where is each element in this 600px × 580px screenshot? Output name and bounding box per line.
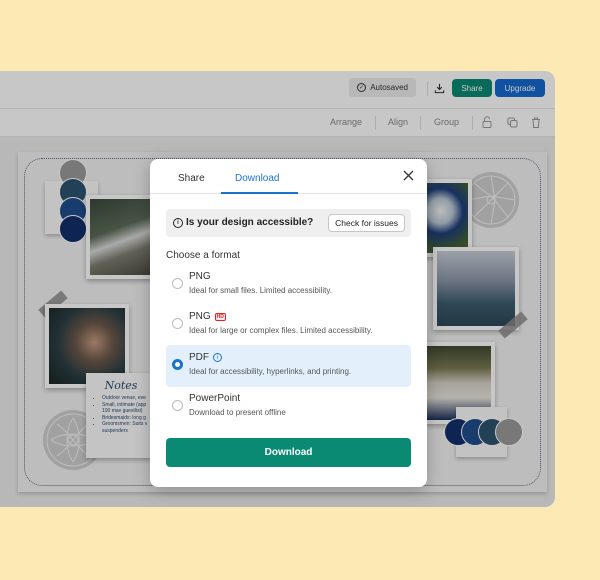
accessibility-banner: i Is your design accessible? Check for i…: [166, 209, 411, 237]
trash-icon[interactable]: [530, 116, 542, 128]
duplicate-icon[interactable]: [506, 116, 518, 128]
top-bar: ✓ Autosaved Share Upgrade: [0, 71, 555, 109]
divider: [472, 116, 473, 130]
radio-png-hd[interactable]: [172, 318, 183, 329]
format-title: PDF: [189, 352, 209, 363]
format-description: Ideal for large or complex files. Limite…: [189, 326, 373, 335]
format-description: Ideal for accessibility, hyperlinks, and…: [189, 367, 352, 376]
divider: [375, 116, 376, 130]
format-description: Ideal for small files. Limited accessibi…: [189, 286, 333, 295]
active-tab-indicator: [221, 192, 298, 194]
divider: [420, 116, 421, 130]
notes-title: Notes: [104, 379, 138, 392]
toolbar: Arrange Align Group: [0, 109, 555, 137]
format-title: PNG: [189, 311, 211, 322]
dialog-tabs: Share Download: [150, 159, 427, 194]
accessibility-icon: i: [173, 218, 183, 228]
unlock-icon[interactable]: [481, 116, 493, 128]
format-option-png[interactable]: PNG Ideal for small files. Limited acces…: [166, 264, 411, 306]
check-for-issues-button[interactable]: Check for issues: [328, 214, 405, 232]
format-option-powerpoint[interactable]: PowerPoint Download to present offline: [166, 386, 411, 428]
accessibility-question: Is your design accessible?: [186, 217, 314, 228]
hd-badge: HD: [214, 312, 226, 321]
photo-wedding-veil[interactable]: [86, 195, 154, 279]
notes-item: Groomsmen: Suits v suspenders: [102, 421, 150, 434]
radio-png[interactable]: [172, 278, 183, 289]
arrange-button[interactable]: Arrange: [330, 117, 362, 127]
share-button[interactable]: Share: [452, 79, 492, 97]
download-icon[interactable]: [432, 81, 446, 95]
choose-format-label: Choose a format: [166, 250, 240, 261]
share-download-dialog: Share Download i Is your design accessib…: [150, 159, 427, 487]
color-swatch[interactable]: [59, 215, 87, 243]
divider: [427, 82, 428, 96]
align-button[interactable]: Align: [388, 117, 408, 127]
format-title: PNG: [189, 271, 211, 282]
group-button[interactable]: Group: [434, 117, 459, 127]
notes-item: Small, intimate (app 100 max guestlist): [102, 402, 150, 415]
color-swatch[interactable]: [495, 418, 523, 446]
photo-couple-standing[interactable]: [433, 247, 519, 330]
info-icon[interactable]: i: [213, 353, 222, 362]
format-description: Download to present offline: [189, 408, 286, 417]
radio-powerpoint[interactable]: [172, 400, 183, 411]
autosaved-label: Autosaved: [370, 83, 408, 92]
autosaved-status: ✓ Autosaved: [349, 78, 416, 97]
format-option-pdf[interactable]: PDF i Ideal for accessibility, hyperlink…: [166, 345, 411, 387]
notes-list: Outdoor venue, eve Small, intimate (app …: [92, 395, 150, 434]
notes-card[interactable]: Notes Outdoor venue, eve Small, intimate…: [86, 373, 156, 458]
tab-download[interactable]: Download: [235, 173, 279, 184]
format-option-png-hd[interactable]: PNG HD Ideal for large or complex files.…: [166, 304, 411, 346]
tab-share[interactable]: Share: [178, 173, 205, 184]
close-icon[interactable]: [401, 168, 415, 182]
download-button[interactable]: Download: [166, 438, 411, 467]
notes-item: Outdoor venue, eve: [102, 395, 150, 402]
upgrade-button[interactable]: Upgrade: [495, 79, 545, 97]
check-circle-icon: ✓: [357, 83, 367, 92]
radio-pdf[interactable]: [172, 359, 183, 370]
format-title: PowerPoint: [189, 393, 241, 404]
